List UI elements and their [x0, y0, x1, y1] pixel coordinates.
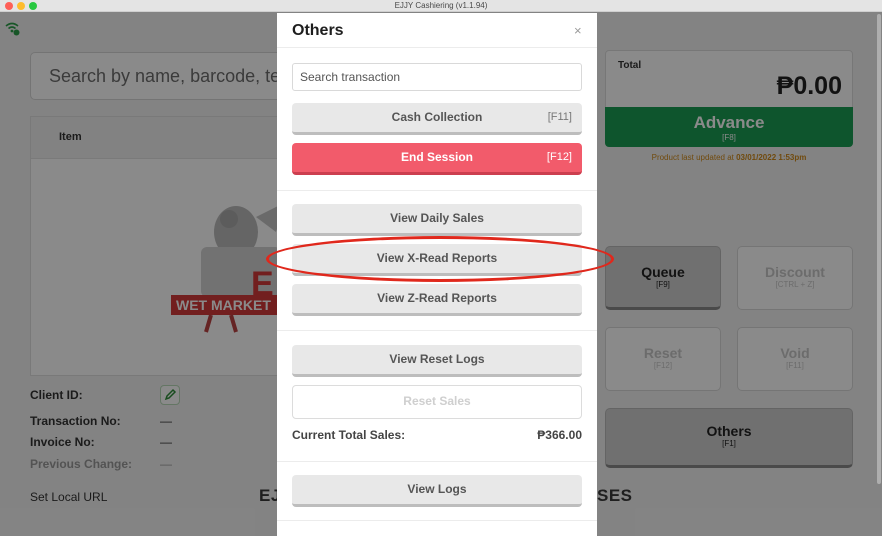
- close-icon[interactable]: ×: [574, 23, 582, 38]
- cash-collection-label: Cash Collection: [391, 110, 483, 124]
- current-total-sales-value: ₱366.00: [537, 428, 582, 442]
- view-reset-logs-button[interactable]: View Reset Logs: [292, 345, 582, 377]
- end-session-label: End Session: [400, 150, 474, 164]
- divider: [277, 520, 597, 521]
- transaction-search-input[interactable]: [292, 63, 582, 91]
- window-titlebar: EJJY Cashiering (v1.1.94): [0, 0, 882, 12]
- end-session-button[interactable]: End Session [F12]: [292, 143, 582, 175]
- reset-sales-button[interactable]: Reset Sales: [292, 385, 582, 419]
- window-title: EJJY Cashiering (v1.1.94): [394, 1, 488, 10]
- view-zread-reports-button[interactable]: View Z-Read Reports: [292, 284, 582, 316]
- cash-collection-shortcut: [F11]: [547, 111, 572, 123]
- modal-title: Others: [292, 22, 344, 39]
- scrollbar[interactable]: [877, 14, 881, 484]
- divider: [277, 461, 597, 462]
- view-logs-button[interactable]: View Logs: [292, 475, 582, 507]
- end-session-shortcut: [F12]: [546, 151, 572, 163]
- divider: [277, 47, 597, 48]
- view-daily-sales-button[interactable]: View Daily Sales: [292, 204, 582, 236]
- divider: [277, 190, 597, 191]
- annotation-ellipse: [266, 236, 614, 282]
- divider: [277, 330, 597, 331]
- current-total-sales-label: Current Total Sales:: [292, 428, 406, 442]
- cash-collection-button[interactable]: Cash Collection [F11]: [292, 103, 582, 135]
